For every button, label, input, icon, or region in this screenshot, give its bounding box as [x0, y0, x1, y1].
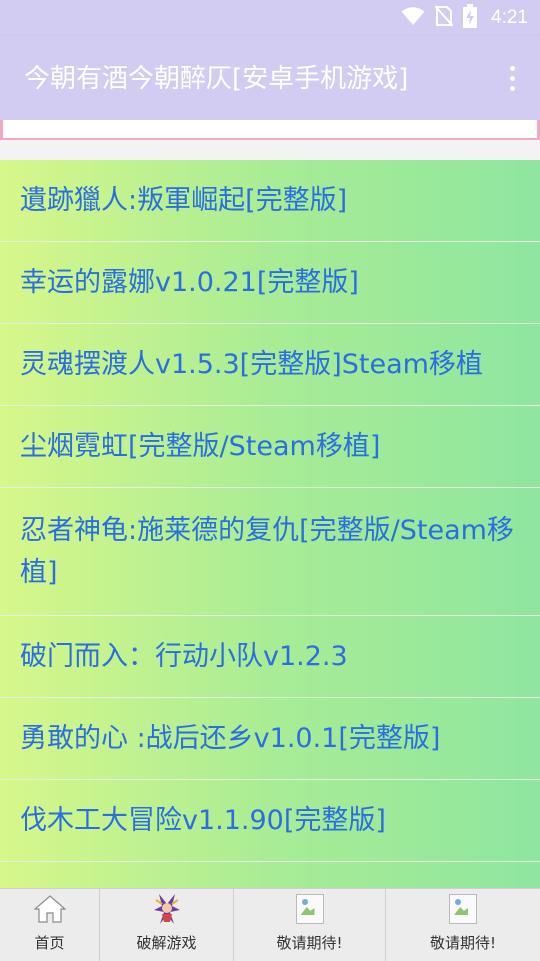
status-time: 4:21: [491, 7, 528, 28]
game-list[interactable]: 遺跡獵人:叛軍崛起[完整版] 幸运的露娜v1.0.21[完整版] 灵魂摆渡人v1…: [0, 160, 540, 888]
list-item[interactable]: 忍者神龟:施莱德的复仇[完整版/Steam移植]: [0, 488, 540, 616]
list-item[interactable]: 伐木工大冒险v1.1.90[完整版]: [0, 780, 540, 862]
nav-coming-soon-1-label: 敬请期待!: [276, 934, 343, 952]
header-banner-strip: [0, 120, 540, 140]
list-item[interactable]: 幸运的露娜v1.0.21[完整版]: [0, 242, 540, 324]
bottom-nav: 首页 破解游戏 敬请期待! 敬请期待!: [0, 888, 540, 961]
app-bar: 今朝有酒今朝醉仄[安卓手机游戏]: [0, 36, 540, 120]
list-item[interactable]: 破门而入：行动小队v1.2.3: [0, 616, 540, 698]
game-character-icon: [150, 892, 184, 926]
list-item-partial[interactable]: [0, 862, 540, 888]
nav-coming-soon-2[interactable]: 敬请期待!: [386, 889, 540, 961]
battery-charging-icon: [463, 4, 478, 32]
overflow-menu-icon: [509, 65, 515, 71]
list-top-gap: [0, 140, 540, 160]
list-item[interactable]: 灵魂摆渡人v1.5.3[完整版]Steam移植: [0, 324, 540, 406]
nav-coming-soon-2-label: 敬请期待!: [429, 934, 496, 952]
list-item[interactable]: 勇敢的心 :战后还乡v1.0.1[完整版]: [0, 698, 540, 780]
nav-home-label: 首页: [34, 934, 65, 952]
no-sim-icon: [434, 5, 454, 31]
nav-cracked-games-label: 破解游戏: [136, 934, 197, 952]
overflow-menu-button[interactable]: [498, 60, 526, 96]
nav-cracked-games[interactable]: 破解游戏: [100, 889, 234, 961]
nav-home[interactable]: 首页: [0, 889, 100, 961]
nav-coming-soon-1[interactable]: 敬请期待!: [234, 889, 386, 961]
list-item[interactable]: 遺跡獵人:叛軍崛起[完整版]: [0, 160, 540, 242]
wifi-icon: [401, 6, 425, 30]
app-title: 今朝有酒今朝醉仄[安卓手机游戏]: [24, 64, 409, 94]
status-icons: 4:21: [401, 0, 528, 36]
home-icon: [33, 892, 67, 926]
broken-image-icon: [449, 894, 477, 924]
broken-image-icon: [295, 894, 324, 924]
status-bar: 4:21: [0, 0, 540, 36]
list-item[interactable]: 尘烟霓虹[完整版/Steam移植]: [0, 406, 540, 488]
